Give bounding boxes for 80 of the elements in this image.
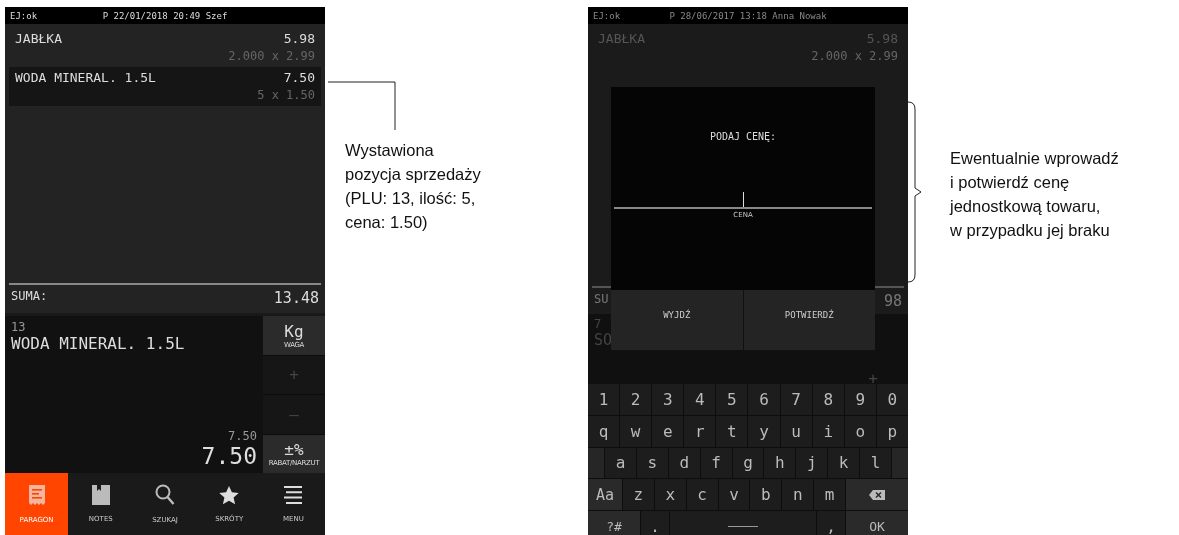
total-label: SU (594, 292, 609, 308)
key[interactable]: , (817, 511, 845, 535)
leader-line (327, 81, 396, 131)
annotation-text: Ewentualnie wprowadź i potwierdź cenę jednostkową towaru, w przypadku jej braku (950, 148, 1119, 241)
key-spacer (588, 447, 604, 479)
item-total: 5.98 (283, 31, 315, 46)
shift-key[interactable]: Aa (588, 479, 622, 511)
total-value: 98 (883, 292, 902, 310)
dialog-title: PODAJ CENĘ: (709, 131, 777, 142)
key[interactable]: n (782, 479, 814, 511)
key[interactable]: e (652, 415, 684, 447)
search-icon (155, 484, 175, 506)
key[interactable]: f (700, 447, 732, 479)
annotation-text: Wystawiona pozycja sprzedaży (PLU: 13, ilość: 5, cena: 1.50) (345, 140, 481, 233)
key[interactable]: b (750, 479, 782, 511)
key[interactable]: x (654, 479, 686, 511)
plu-number: 13 (11, 320, 27, 334)
receipt-item[interactable]: JABŁKA 5.98 2.000 x 2.99 (9, 28, 321, 67)
total-value: 13.48 (273, 289, 319, 307)
receipt-icon (27, 484, 46, 506)
menu-icon (283, 485, 304, 505)
key[interactable]: a (605, 447, 636, 479)
key[interactable]: 6 (748, 384, 780, 415)
key[interactable]: 9 (844, 384, 876, 415)
key[interactable]: i (812, 415, 844, 447)
notebook-icon (91, 485, 110, 505)
total-label: SUMA: (11, 289, 48, 305)
unit-price: 7.50 (228, 429, 257, 443)
date-time-user: P 28/06/2017 13:18 Anna Nowak (669, 10, 827, 21)
key[interactable]: s (636, 447, 668, 479)
journal-status: EJ:ok (10, 10, 38, 21)
key[interactable]: 0 (876, 384, 908, 415)
star-icon (219, 485, 240, 505)
key[interactable]: r (684, 415, 716, 447)
key[interactable]: o (844, 415, 876, 447)
key[interactable]: t (716, 415, 748, 447)
key[interactable]: u (780, 415, 812, 447)
key[interactable]: 1 (588, 384, 620, 415)
item-quantity-price: 2.000 x 2.99 (811, 49, 898, 63)
key[interactable]: 7 (780, 384, 812, 415)
key[interactable]: . (641, 511, 669, 535)
key[interactable]: d (668, 447, 700, 479)
item-quantity-price: 5 x 1.50 (257, 88, 315, 102)
journal-status: EJ:ok (593, 10, 621, 21)
symbols-key[interactable]: ?# (588, 511, 640, 535)
key[interactable]: c (686, 479, 718, 511)
dialog-button[interactable]: POTWIERDŹ (743, 290, 875, 350)
key[interactable]: 3 (652, 384, 684, 415)
key[interactable]: y (748, 415, 780, 447)
key[interactable]: q (588, 415, 620, 447)
dialog-button[interactable]: WYJDŹ (611, 290, 743, 350)
item-total: 5.98 (866, 31, 898, 46)
key[interactable]: l (860, 447, 891, 479)
key[interactable]: v (718, 479, 750, 511)
key[interactable]: p (876, 415, 908, 447)
ok-key[interactable]: OK (846, 511, 908, 535)
item-total: 7.50 (283, 70, 315, 85)
date-time-user: P 22/01/2018 20:49 Szef (102, 10, 228, 21)
backspace-key[interactable] (846, 479, 908, 511)
item-name: JABŁKA (15, 31, 63, 46)
key[interactable]: 4 (684, 384, 716, 415)
key[interactable]: g (732, 447, 764, 479)
item-quantity-price: 2.000 x 2.99 (228, 49, 315, 63)
space-bar-icon (728, 525, 758, 528)
key[interactable]: z (623, 479, 654, 511)
key[interactable]: k (828, 447, 860, 479)
backspace-icon (869, 489, 885, 500)
key[interactable]: w (620, 415, 652, 447)
key[interactable]: h (764, 447, 796, 479)
key[interactable]: j (796, 447, 828, 479)
key[interactable]: 5 (716, 384, 748, 415)
receipt-item[interactable]: WODA MINERAL. 1.5L 7.50 5 x 1.50 (9, 67, 321, 106)
item-name: WODA MINERAL. 1.5L (15, 70, 157, 85)
item-name: JABŁKA (598, 31, 646, 46)
key[interactable]: m (814, 479, 845, 511)
key[interactable]: 2 (620, 384, 652, 415)
key-spacer (892, 447, 908, 479)
product-name: WODA MINERAL. 1.5L (11, 334, 186, 353)
key[interactable]: 8 (812, 384, 844, 415)
amount: 7.50 (201, 443, 257, 469)
